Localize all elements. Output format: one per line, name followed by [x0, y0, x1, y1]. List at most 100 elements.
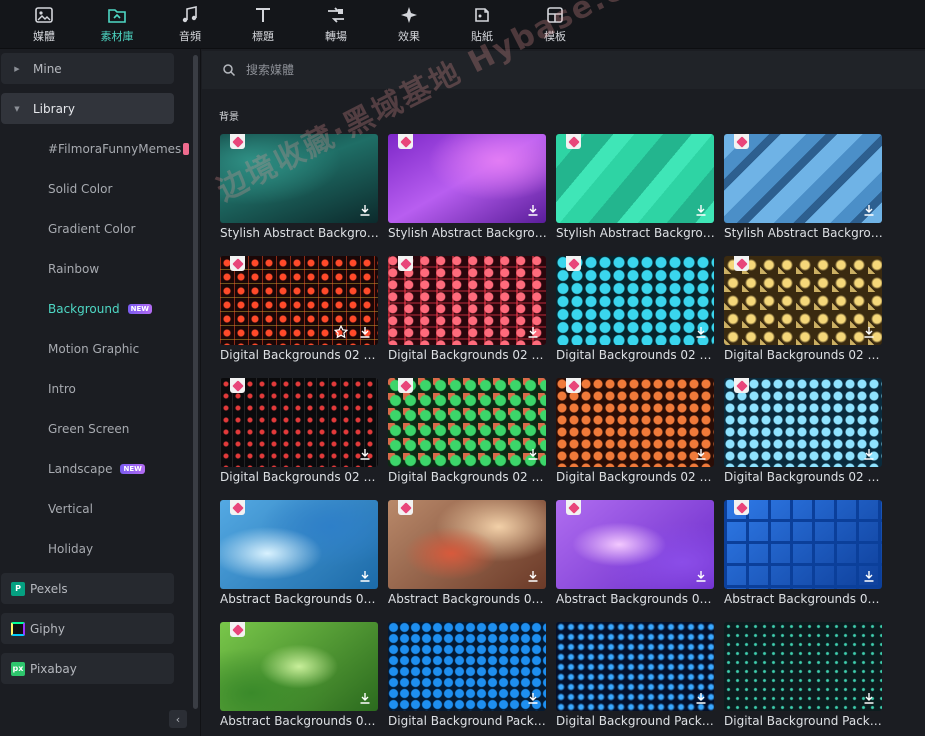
section-title: 背景	[219, 112, 239, 123]
media-card[interactable]: Abstract Backgrounds 02 Element 05	[220, 622, 380, 728]
media-card[interactable]: Abstract Backgrounds 02 Element 04	[724, 500, 884, 606]
chevron-left-icon: ‹	[175, 712, 181, 726]
search-input[interactable]	[246, 63, 646, 77]
media-thumbnail[interactable]	[220, 500, 378, 589]
sidebar-scrollbar[interactable]	[193, 55, 198, 709]
media-card[interactable]: Digital Backgrounds 02 Element 01	[220, 256, 380, 362]
sidebar-item-holiday[interactable]: Holiday	[48, 542, 93, 556]
download-icon[interactable]	[358, 203, 372, 217]
download-icon[interactable]	[526, 447, 540, 461]
media-thumbnail[interactable]	[220, 622, 378, 711]
media-thumbnail[interactable]	[724, 622, 882, 711]
media-card[interactable]: Abstract Backgrounds 02 Element 03	[556, 500, 716, 606]
sidebar-item-giphy[interactable]: Giphy	[1, 613, 174, 644]
sidebar-item-gradient-color[interactable]: Gradient Color	[48, 222, 135, 236]
media-card[interactable]: Digital Background Pack Element 03	[724, 622, 884, 728]
download-icon[interactable]	[862, 203, 876, 217]
download-icon[interactable]	[862, 569, 876, 583]
tab-transitions[interactable]: 轉場	[292, 0, 380, 49]
media-thumbnail[interactable]	[220, 378, 378, 467]
download-icon[interactable]	[526, 203, 540, 217]
download-icon[interactable]	[694, 447, 708, 461]
favorite-star-icon[interactable]	[334, 325, 348, 339]
media-card[interactable]: Abstract Backgrounds 02 Element 01	[220, 500, 380, 606]
media-thumbnail[interactable]	[220, 134, 378, 223]
download-icon[interactable]	[862, 691, 876, 705]
media-card[interactable]: Digital Background Pack Element 02	[556, 622, 716, 728]
media-card[interactable]: Digital Backgrounds 02 Element 05	[220, 378, 380, 484]
download-icon[interactable]	[358, 447, 372, 461]
media-card[interactable]: Stylish Abstract Backgrounds 02	[388, 134, 548, 240]
media-thumbnail[interactable]	[388, 622, 546, 711]
download-icon[interactable]	[526, 569, 540, 583]
media-thumbnail[interactable]	[556, 622, 714, 711]
sidebar-item-solid-color[interactable]: Solid Color	[48, 182, 112, 196]
sidebar-item-vertical[interactable]: Vertical	[48, 502, 93, 516]
download-icon[interactable]	[358, 325, 372, 339]
media-card[interactable]: Digital Backgrounds 02 Element 06	[388, 378, 548, 484]
media-card[interactable]: Digital Backgrounds 02 Element 08	[724, 378, 884, 484]
collapse-sidebar-button[interactable]: ‹	[169, 710, 187, 728]
media-card[interactable]: Stylish Abstract Backgrounds 01	[220, 134, 380, 240]
media-card[interactable]: Digital Backgrounds 02 Element 02	[388, 256, 548, 362]
media-card[interactable]: Abstract Backgrounds 02 Element 02	[388, 500, 548, 606]
tab-templates[interactable]: 模板	[526, 0, 584, 49]
media-thumbnail[interactable]	[724, 256, 882, 345]
media-title: Stylish Abstract Backgrounds 01	[220, 226, 380, 240]
sidebar-item-filmorafunnymemes[interactable]: #FilmoraFunnyMemes	[48, 142, 181, 156]
sidebar-item-intro[interactable]: Intro	[48, 382, 76, 396]
tab-titles[interactable]: 標題	[234, 0, 292, 49]
download-icon[interactable]	[526, 691, 540, 705]
media-thumbnail[interactable]	[388, 256, 546, 345]
caret-down-icon: ▼	[14, 104, 20, 113]
download-icon[interactable]	[694, 203, 708, 217]
giphy-logo-icon	[11, 621, 25, 636]
download-icon[interactable]	[526, 325, 540, 339]
download-icon[interactable]	[694, 569, 708, 583]
tab-media[interactable]: 媒體	[0, 0, 88, 49]
sidebar-item-motion-graphic[interactable]: Motion Graphic	[48, 342, 139, 356]
media-thumbnail[interactable]	[556, 256, 714, 345]
media-icon	[35, 7, 53, 23]
download-icon[interactable]	[694, 691, 708, 705]
sidebar-item-mine[interactable]: ▶ Mine	[1, 53, 174, 84]
media-thumbnail[interactable]	[724, 378, 882, 467]
media-card[interactable]: Stylish Abstract Backgrounds 03	[556, 134, 716, 240]
sidebar-item-green-screen[interactable]: Green Screen	[48, 422, 129, 436]
media-thumbnail[interactable]	[556, 134, 714, 223]
sidebar-item-pexels[interactable]: P Pexels	[1, 573, 174, 604]
premium-gem-icon	[398, 256, 413, 271]
sidebar-item-rainbow[interactable]: Rainbow	[48, 262, 99, 276]
media-card[interactable]: Digital Backgrounds 02 Element 07	[556, 378, 716, 484]
media-thumbnail[interactable]	[556, 500, 714, 589]
tab-audio[interactable]: 音頻	[146, 0, 234, 49]
sidebar-item-pixabay[interactable]: px Pixabay	[1, 653, 174, 684]
media-thumbnail[interactable]	[724, 500, 882, 589]
media-card[interactable]: Digital Backgrounds 02 Element 04	[724, 256, 884, 362]
download-icon[interactable]	[694, 325, 708, 339]
sidebar-item-landscape[interactable]: Landscape NEW	[48, 462, 145, 476]
media-thumbnail[interactable]	[388, 134, 546, 223]
media-card[interactable]: Digital Backgrounds 02 Element 03	[556, 256, 716, 362]
sidebar-item-library[interactable]: ▼ Library	[1, 93, 174, 124]
media-card[interactable]: Digital Background Pack Element 01	[388, 622, 548, 728]
media-thumbnail[interactable]	[388, 378, 546, 467]
stock-library-icon	[108, 9, 126, 23]
download-icon[interactable]	[862, 447, 876, 461]
media-title: Digital Backgrounds 02 Element 06	[388, 470, 548, 484]
transition-icon	[328, 7, 344, 23]
tab-effects-label: 效果	[398, 30, 420, 43]
tab-effects[interactable]: 效果	[380, 0, 438, 49]
download-icon[interactable]	[358, 569, 372, 583]
sidebar-item-background[interactable]: Background NEW	[48, 302, 152, 316]
media-thumbnail[interactable]	[220, 256, 378, 345]
download-icon[interactable]	[358, 691, 372, 705]
tab-stickers[interactable]: 貼紙	[438, 0, 526, 49]
media-thumbnail[interactable]	[556, 378, 714, 467]
media-thumbnail[interactable]	[724, 134, 882, 223]
media-title: Stylish Abstract Backgrounds 03	[556, 226, 716, 240]
tab-stock-library[interactable]: 素材庫	[88, 0, 146, 49]
media-card[interactable]: Stylish Abstract Backgrounds 04	[724, 134, 884, 240]
media-thumbnail[interactable]	[388, 500, 546, 589]
download-icon[interactable]	[862, 325, 876, 339]
